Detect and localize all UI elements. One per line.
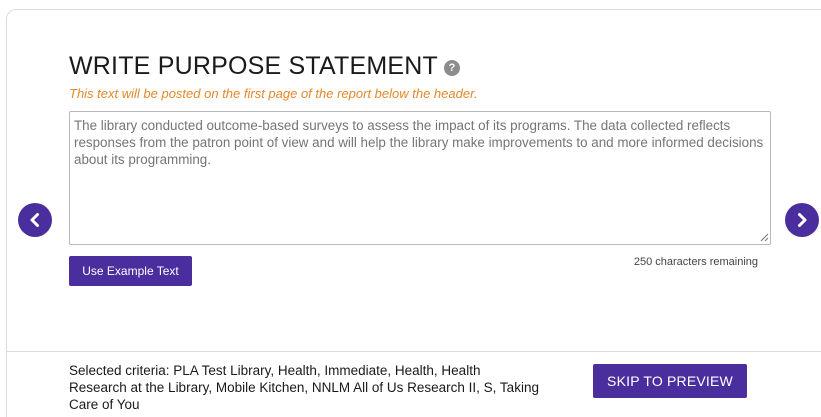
purpose-statement-input[interactable] xyxy=(69,111,771,245)
skip-to-preview-button[interactable]: SKIP TO PREVIEW xyxy=(593,364,747,398)
chevron-left-circle-icon xyxy=(30,213,39,227)
question-circle-icon[interactable]: ? xyxy=(443,60,460,76)
resize-handle-icon[interactable] xyxy=(759,232,769,242)
selected-criteria: Selected criteria: PLA Test Library, Hea… xyxy=(69,363,539,412)
previous-step-button[interactable] xyxy=(18,203,52,237)
footer-divider xyxy=(6,351,821,352)
page-title: WRITE PURPOSE STATEMENT xyxy=(69,52,438,80)
title-row: WRITE PURPOSE STATEMENT ? xyxy=(69,50,460,82)
use-example-text-button[interactable]: Use Example Text xyxy=(69,256,192,286)
chevron-right-circle-icon xyxy=(798,213,807,227)
characters-remaining: 250 characters remaining xyxy=(633,256,758,268)
next-step-button[interactable] xyxy=(785,203,819,237)
page-subtitle: This text will be posted on the first pa… xyxy=(69,86,478,101)
